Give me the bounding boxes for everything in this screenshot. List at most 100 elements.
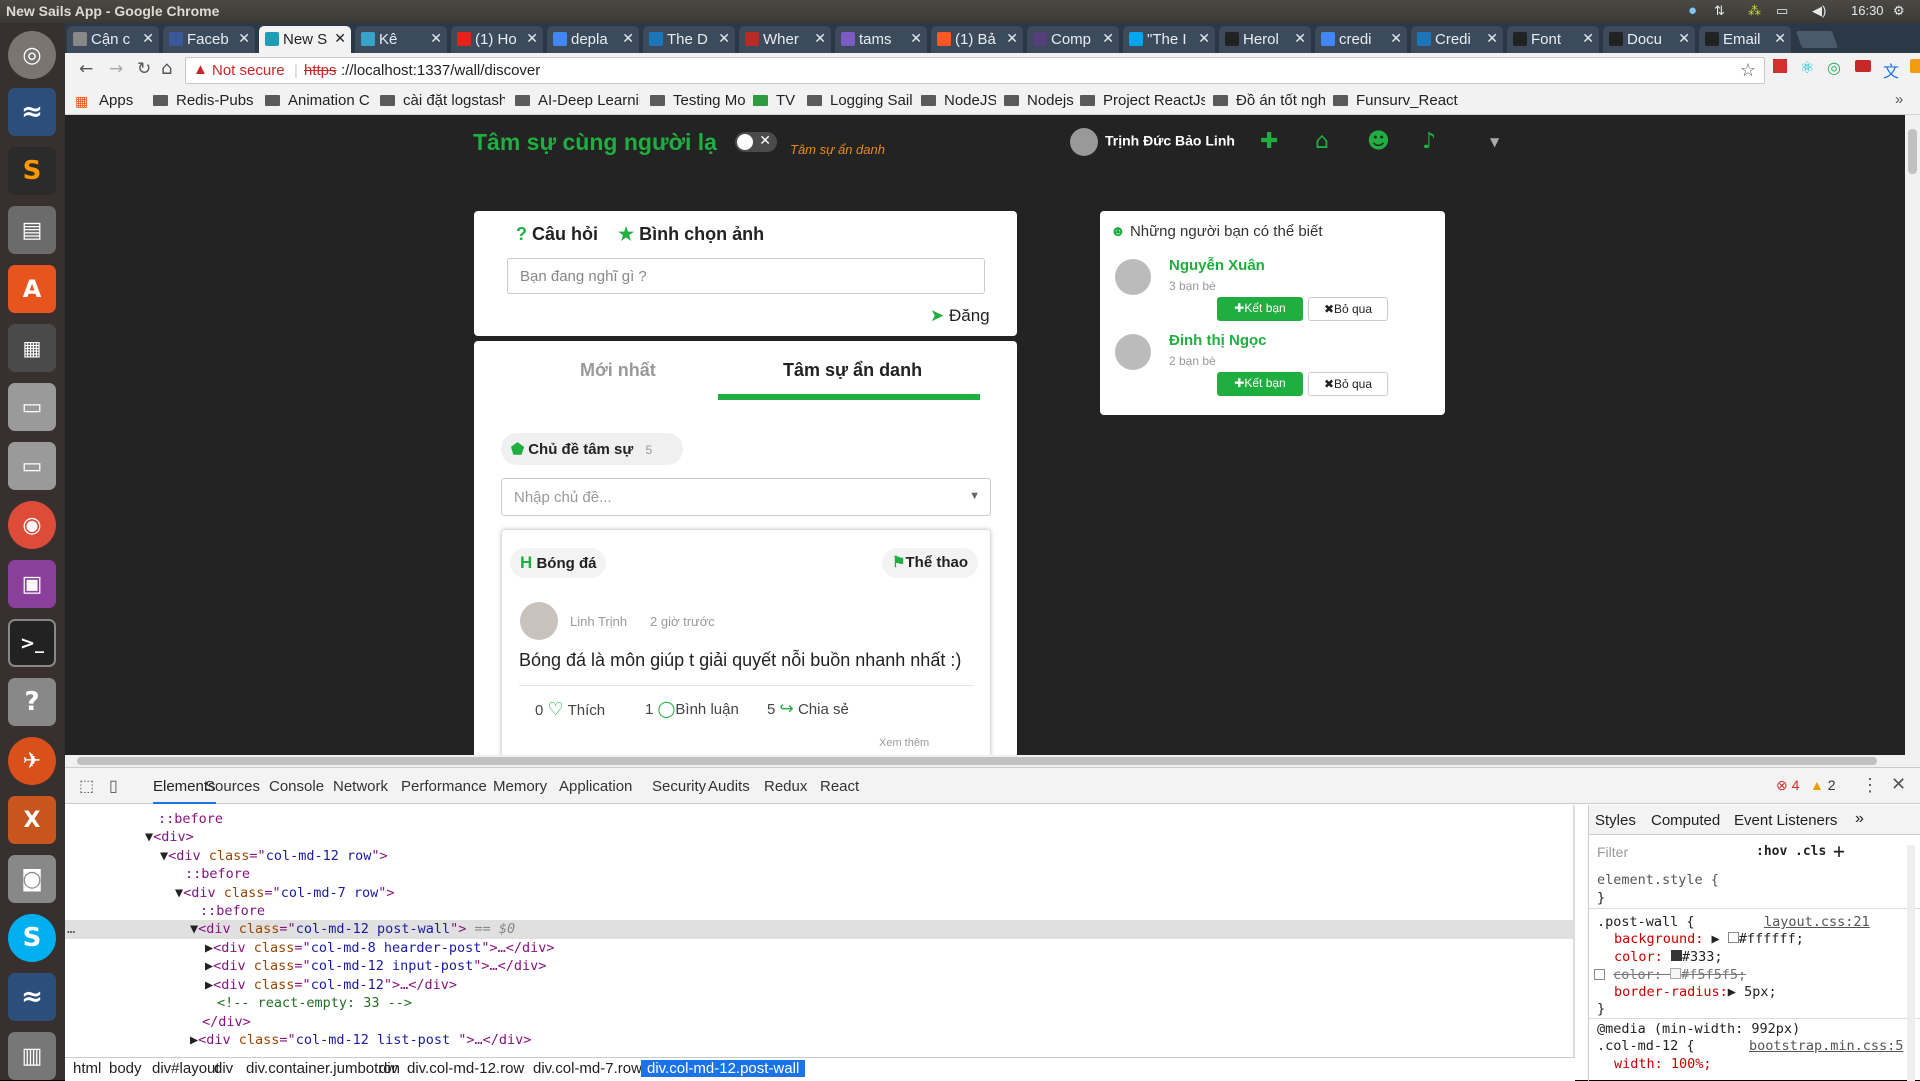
- breadcrumb-item[interactable]: div.col-md-12.row: [407, 1060, 524, 1077]
- more-tabs-icon[interactable]: »: [1855, 810, 1864, 828]
- tab-close-icon[interactable]: ✕: [526, 30, 538, 47]
- add-rule-icon[interactable]: +: [1833, 839, 1845, 863]
- battery-icon[interactable]: ▭: [1776, 3, 1788, 19]
- browser-tab[interactable]: Cận c ✕: [67, 26, 159, 53]
- app-window-icon[interactable]: ▣: [8, 560, 56, 608]
- dom-node[interactable]: ▶<div class="col-md-8 hearder-post">…</d…: [205, 940, 555, 956]
- bookmark-item[interactable]: cài đặt logstash: [380, 92, 505, 109]
- h-scroll-thumb[interactable]: [77, 757, 1877, 765]
- browser-tab[interactable]: Docu ✕: [1603, 26, 1695, 53]
- cls-toggle[interactable]: .cls: [1795, 844, 1826, 859]
- extension-icon-4[interactable]: [1855, 60, 1871, 72]
- post-submit-button[interactable]: ➤ Đăng: [930, 306, 990, 326]
- tab-close-icon[interactable]: ✕: [1198, 30, 1210, 47]
- dom-node[interactable]: ▶<div class="col-md-12 input-post">…</di…: [205, 958, 546, 974]
- bookmark-item[interactable]: Funsurv_React: [1333, 92, 1458, 109]
- apps-grid-icon[interactable]: ▦: [75, 93, 88, 110]
- css-source-link[interactable]: layout.css:21: [1764, 914, 1870, 930]
- suggest-name-1[interactable]: Nguyễn Xuân: [1169, 257, 1265, 274]
- skip-button[interactable]: ✖Bỏ qua: [1308, 372, 1388, 396]
- camera-icon[interactable]: ◙: [8, 855, 56, 903]
- tab-close-icon[interactable]: ✕: [1102, 30, 1114, 47]
- dom-comment[interactable]: <!-- react-empty: 33 -->: [217, 995, 412, 1011]
- network-updown-icon[interactable]: ⇅: [1714, 3, 1725, 19]
- devtools-tab-application[interactable]: Application: [559, 778, 632, 795]
- browser-tab[interactable]: The D ✕: [643, 26, 735, 53]
- skype-tray-icon[interactable]: ●: [1688, 2, 1697, 19]
- tab-close-icon[interactable]: ✕: [1582, 30, 1594, 47]
- user-menu[interactable]: Trịnh Đức Bảo Linh: [1070, 128, 1235, 156]
- dom-node[interactable]: ::before: [200, 903, 265, 919]
- post-input[interactable]: Bạn đang nghĩ gì ?: [507, 258, 985, 294]
- browser-tab[interactable]: (1) Ho ✕: [451, 26, 543, 53]
- vertical-scrollbar[interactable]: [1905, 115, 1920, 767]
- dom-node[interactable]: </div>: [202, 1014, 251, 1030]
- event-listeners-tab[interactable]: Event Listeners: [1734, 812, 1837, 829]
- bookmark-item[interactable]: Đồ án tốt nghiệ: [1213, 92, 1325, 109]
- bookmark-item[interactable]: AI-Deep Learnin: [515, 92, 640, 109]
- mysql-icon[interactable]: ≈: [8, 973, 56, 1021]
- bookmark-item[interactable]: Redis-Pubsub: [153, 92, 253, 109]
- bookmark-item[interactable]: Apps: [99, 92, 133, 109]
- css-property[interactable]: background: ▶ #ffffff;: [1614, 931, 1804, 947]
- extension-icon-6[interactable]: [1910, 59, 1920, 73]
- dom-node[interactable]: ▶<div class="col-md-12 list-post ">…</di…: [190, 1032, 531, 1048]
- post-author[interactable]: Linh Trịnh: [570, 614, 627, 629]
- browser-tab[interactable]: "The I ✕: [1123, 26, 1215, 53]
- more-bookmarks-icon[interactable]: »: [1895, 91, 1903, 108]
- tab-latest[interactable]: Mới nhất: [580, 360, 656, 381]
- react-devtools-icon[interactable]: ⚛: [1800, 58, 1814, 77]
- mysql-workbench-icon[interactable]: ≈: [8, 88, 56, 136]
- tab-close-icon[interactable]: ✕: [1486, 30, 1498, 47]
- tab-close-icon[interactable]: ✕: [910, 30, 922, 47]
- browser-tab[interactable]: (1) Bả ✕: [931, 26, 1023, 53]
- share-tray-icon[interactable]: ⁂: [1748, 3, 1761, 19]
- breadcrumb-item[interactable]: body: [109, 1060, 142, 1077]
- brand-title[interactable]: Tâm sự cùng người lạ: [473, 129, 717, 156]
- styles-scrollbar[interactable]: [1907, 845, 1915, 1081]
- bookmark-item[interactable]: Animation CSS: [265, 92, 370, 109]
- breadcrumb-item[interactable]: div: [379, 1060, 398, 1077]
- devtools-tab-sources[interactable]: Sources: [205, 778, 260, 795]
- skip-button[interactable]: ✖Bỏ qua: [1308, 297, 1388, 321]
- styles-filter-input[interactable]: Filter: [1597, 844, 1628, 860]
- breadcrumb-item[interactable]: div#layout: [152, 1060, 220, 1077]
- suggest-name-2[interactable]: Đinh thị Ngọc: [1169, 332, 1267, 349]
- avatar[interactable]: [1115, 334, 1151, 370]
- tab-close-icon[interactable]: ✕: [814, 30, 826, 47]
- dom-node[interactable]: ▼<div class="col-md-12 row">: [160, 848, 388, 864]
- breadcrumb-item[interactable]: html: [73, 1060, 101, 1077]
- css-property-disabled[interactable]: color: #f5f5f5;: [1594, 967, 1746, 983]
- avatar[interactable]: [1115, 259, 1151, 295]
- dom-node[interactable]: ▼<div class="col-md-7 row">: [175, 885, 395, 901]
- disk-drive-icon[interactable]: ▭: [8, 383, 56, 431]
- tab-question[interactable]: ? Câu hỏi: [516, 224, 598, 245]
- hov-toggle[interactable]: :hov: [1756, 844, 1787, 859]
- css-property[interactable]: border-radius:▶ 5px;: [1614, 984, 1777, 1000]
- browser-tab[interactable]: Email ✕: [1699, 26, 1791, 53]
- horizontal-scrollbar[interactable]: [65, 755, 1905, 767]
- browser-tab[interactable]: depla ✕: [547, 26, 639, 53]
- browser-tab[interactable]: Kê ✕: [355, 26, 447, 53]
- bookmark-item[interactable]: Nodejs Nâng ca: [1004, 92, 1074, 109]
- tab-close-icon[interactable]: ✕: [1006, 30, 1018, 47]
- sublime-text-icon[interactable]: S: [8, 147, 56, 195]
- tab-close-icon[interactable]: ✕: [1774, 30, 1786, 47]
- tab-close-icon[interactable]: ✕: [142, 30, 154, 47]
- dom-node[interactable]: ::before: [158, 811, 223, 827]
- workspace-switcher-icon[interactable]: ▦: [8, 324, 56, 372]
- bookmark-item[interactable]: Project ReactJs: [1080, 92, 1205, 109]
- browser-tab[interactable]: Font ✕: [1507, 26, 1599, 53]
- breadcrumb-item[interactable]: div.container.jumbotron: [246, 1060, 400, 1077]
- css-property[interactable]: width: 100%;: [1614, 1056, 1712, 1072]
- skype-icon[interactable]: S: [8, 914, 56, 962]
- devtools-tab-console[interactable]: Console: [269, 778, 324, 795]
- ubuntu-dash-icon[interactable]: ◎: [8, 31, 56, 79]
- home-icon[interactable]: ⌂: [161, 58, 172, 79]
- settings-gear-icon[interactable]: ⚙: [1893, 3, 1905, 19]
- postman-icon[interactable]: ✈: [8, 737, 56, 785]
- tab-close-icon[interactable]: ✕: [1294, 30, 1306, 47]
- back-icon[interactable]: ←: [79, 59, 93, 79]
- anonymous-toggle[interactable]: ✕: [735, 132, 777, 152]
- add-friend-icon[interactable]: ✚: [1260, 129, 1278, 154]
